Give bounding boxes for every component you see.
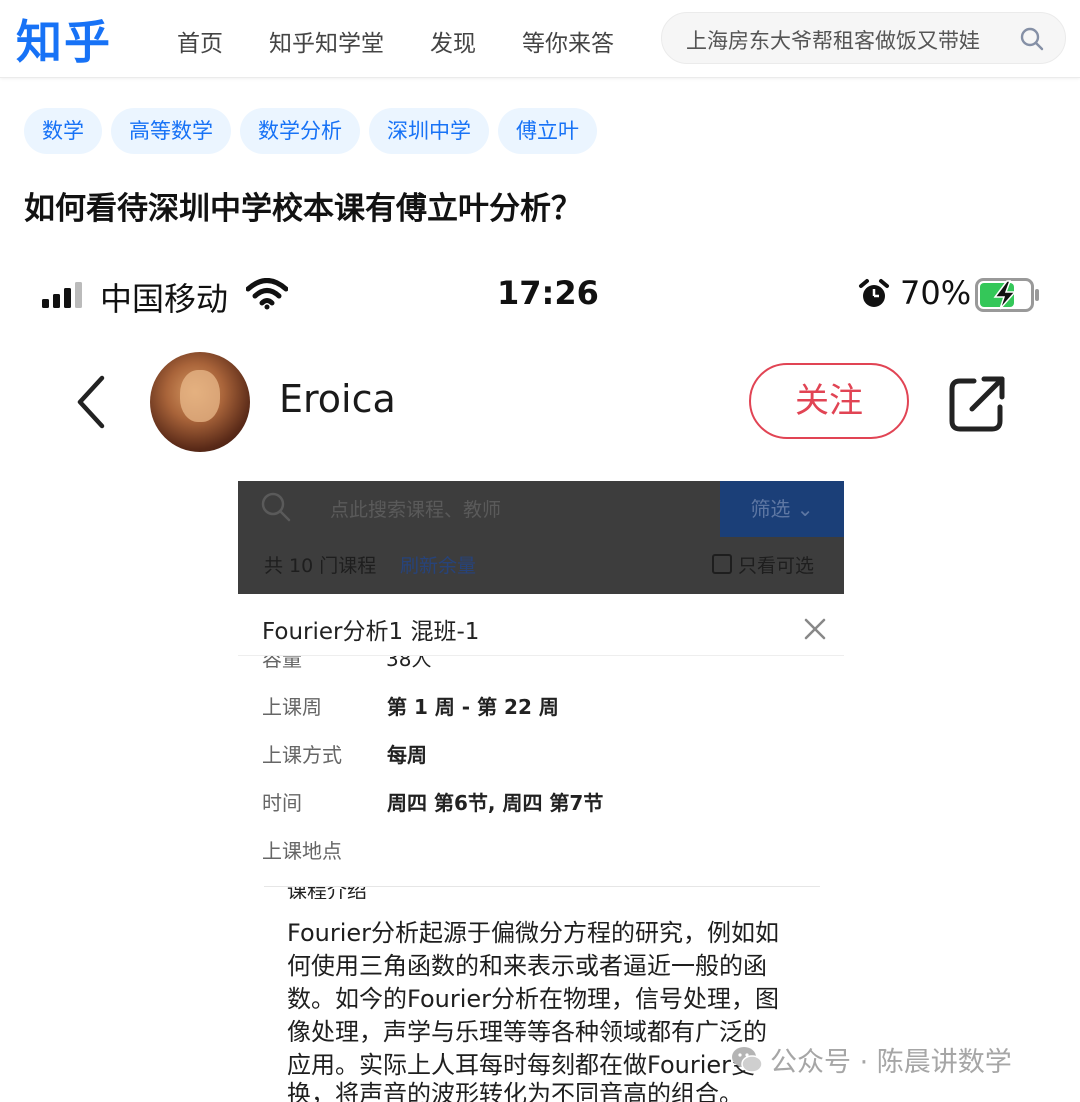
carrier-name: 中国移动: [100, 280, 229, 318]
intro-text-line: 换，将声音的波形转化为不同音高的组合。: [287, 1080, 743, 1102]
status-time: 17:26: [497, 274, 599, 312]
zhihu-logo[interactable]: 知乎: [16, 6, 112, 72]
intro-text-line: 何使用三角函数的和来表示或者逼近一般的函: [287, 952, 767, 980]
topic-tag[interactable]: 数学分析: [240, 108, 360, 154]
topic-tags: 数学 高等数学 数学分析 深圳中学 傅立叶: [24, 108, 606, 154]
filter-label: 筛选: [750, 497, 791, 521]
battery-charging-icon: [975, 278, 1039, 312]
follow-button[interactable]: 关注: [749, 363, 909, 439]
course-search-input[interactable]: 点此搜索课程、教师: [330, 495, 501, 522]
avatar-portrait: [180, 370, 220, 422]
nav-discover[interactable]: 发现: [430, 24, 476, 58]
wifi-icon: [246, 278, 288, 310]
wechat-watermark: 公众号 · 陈晨讲数学: [730, 1040, 1012, 1079]
author-name[interactable]: Eroica: [279, 377, 396, 421]
back-arrow-icon[interactable]: [72, 372, 112, 432]
refresh-remaining-link[interactable]: 刷新余量: [400, 551, 476, 578]
filter-button[interactable]: 筛选 ⌄: [720, 481, 844, 537]
question-title[interactable]: 如何看待深圳中学校本课有傅立叶分析？: [24, 183, 582, 228]
intro-heading: 课程介绍: [287, 887, 367, 899]
mode-value: 每周: [387, 743, 427, 767]
intro-text-line: 像处理，声学与乐理等等各种领域都有广泛的: [287, 1018, 767, 1046]
intro-heading-clipped: 课程介绍: [287, 887, 487, 899]
capacity-value: 38人: [386, 656, 432, 668]
main-nav: 首页 知乎知学堂 发现 等你来答: [177, 24, 660, 58]
nav-waiting-answers[interactable]: 等你来答: [522, 24, 614, 58]
battery-percentage: 70%: [900, 274, 972, 312]
time-label: 时间: [262, 791, 302, 815]
topic-tag[interactable]: 傅立叶: [498, 108, 597, 154]
intro-text-line: Fourier分析起源于偏微分方程的研究，例如如: [287, 919, 780, 947]
close-icon[interactable]: [802, 616, 828, 642]
mode-label: 上课方式: [262, 743, 342, 767]
phone-status-bar: 中国移动 17:26 70%: [0, 270, 1080, 320]
weeks-value: 第 1 周 - 第 22 周: [387, 695, 559, 719]
location-label: 上课地点: [262, 839, 342, 863]
capacity-label: 容量: [262, 656, 302, 668]
course-title: Fourier分析1 混班-1: [262, 619, 480, 645]
top-header: 知乎 首页 知乎知学堂 发现 等你来答 上海房东大爷帮租客做饭又带娃: [0, 0, 1080, 78]
chevron-down-icon: ⌄: [796, 497, 814, 521]
capacity-row-clipped: 容量 38人: [238, 656, 844, 668]
only-available-checkbox[interactable]: [712, 554, 732, 574]
topic-tag[interactable]: 数学: [24, 108, 102, 154]
topic-tag[interactable]: 高等数学: [111, 108, 231, 154]
signal-icon: [42, 282, 82, 308]
course-count: 共 10 门课程: [264, 555, 377, 577]
course-search-panel: 点此搜索课程、教师 筛选 ⌄ 共 10 门课程 刷新余量 只看可选: [238, 481, 844, 594]
wechat-icon: [732, 1046, 763, 1073]
nav-zhixuetang[interactable]: 知乎知学堂: [269, 24, 384, 58]
nav-home[interactable]: 首页: [177, 24, 223, 58]
intro-text-line: 数。如今的Fourier分析在物理，信号处理，图: [287, 985, 780, 1013]
alarm-icon: [859, 279, 889, 307]
topic-tag[interactable]: 深圳中学: [369, 108, 489, 154]
watermark-text: 公众号 · 陈晨讲数学: [770, 1047, 1012, 1078]
search-icon[interactable]: [260, 491, 292, 523]
weeks-label: 上课周: [262, 695, 322, 719]
only-available-label: 只看可选: [738, 555, 815, 577]
search-input[interactable]: 上海房东大爷帮租客做饭又带娃: [686, 25, 986, 55]
search-box[interactable]: 上海房东大爷帮租客做饭又带娃: [661, 12, 1066, 64]
share-icon[interactable]: [948, 373, 1008, 433]
time-value: 周四 第6节, 周四 第7节: [387, 791, 604, 815]
search-icon[interactable]: [1019, 26, 1045, 52]
avatar[interactable]: [150, 352, 250, 452]
